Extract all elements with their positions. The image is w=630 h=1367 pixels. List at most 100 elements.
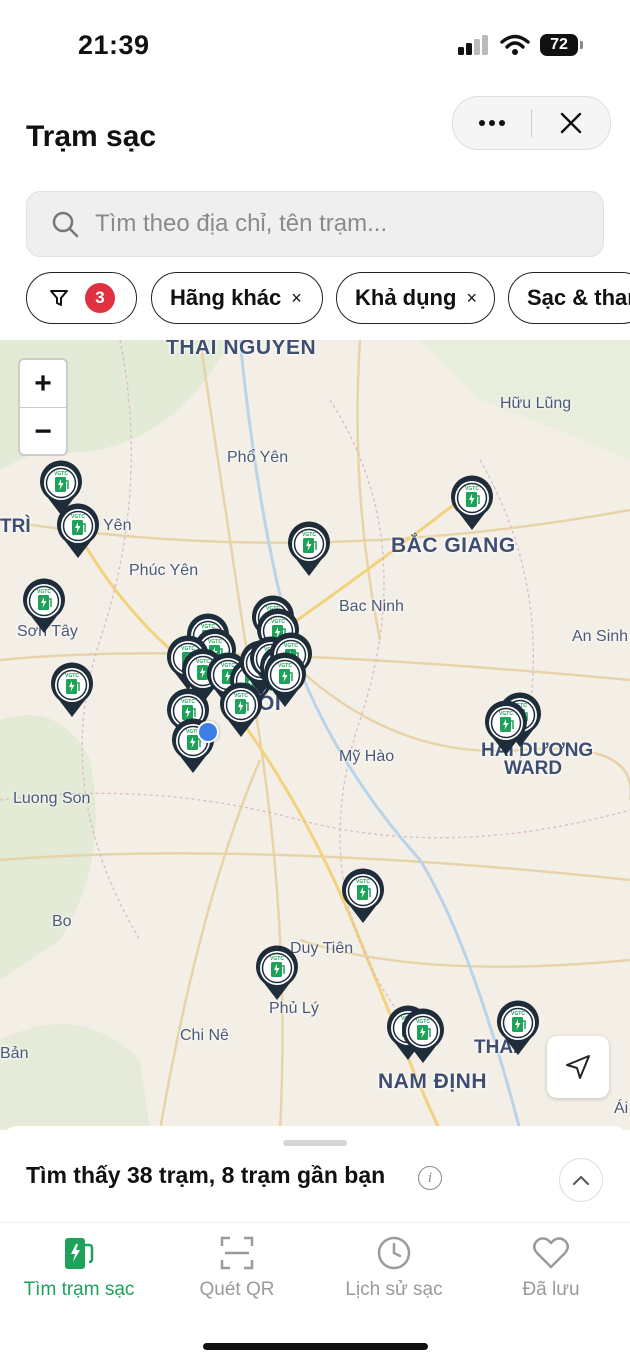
results-summary: Tìm thấy 38 trạm, 8 trạm gần bạn — [26, 1162, 386, 1188]
svg-text:VGTC: VGTC — [499, 711, 513, 717]
filter-chips: 3 Hãng khác × Khả dụng × Sạc & than — [26, 272, 630, 326]
more-button[interactable] — [453, 97, 531, 149]
map-label-luong-son: Luong Son — [13, 790, 91, 807]
charging-station-pin[interactable]: VGTC — [400, 1008, 446, 1064]
map-label-phu-ly: Phủ Lý — [269, 1000, 319, 1017]
chip-remove-icon[interactable]: × — [466, 288, 477, 309]
chip-sac-thanh-toan[interactable]: Sạc & than — [508, 272, 630, 324]
zoom-out-button[interactable]: − — [20, 408, 66, 455]
search-bar — [26, 191, 604, 257]
tab-label: Tìm trạm sạc — [23, 1279, 135, 1300]
station-marker-icon: VGTC — [402, 1008, 444, 1063]
results-sheet[interactable]: Tìm thấy 38 trạm, 8 trạm gần bạn i — [0, 1126, 630, 1222]
close-icon — [560, 112, 582, 134]
page-title: Trạm sạc — [26, 120, 157, 153]
chip-label: Hãng khác — [170, 285, 282, 310]
svg-text:VGTC: VGTC — [54, 471, 68, 477]
my-location-button[interactable] — [547, 1036, 609, 1098]
filter-count-badge: 3 — [85, 283, 115, 313]
filter-icon — [50, 290, 68, 306]
expand-sheet-button[interactable] — [559, 1158, 603, 1202]
station-marker-icon: VGTC — [57, 503, 99, 558]
station-marker-icon: VGTC — [485, 700, 527, 755]
map-label-yen: Yên — [103, 517, 132, 534]
svg-text:VGTC: VGTC — [302, 532, 316, 538]
map-label-tri: TRÌ — [0, 516, 31, 537]
station-marker-icon: VGTC — [288, 521, 330, 576]
tab-label: Đã lưu — [522, 1279, 580, 1300]
search-input[interactable] — [93, 209, 577, 239]
chip-label: Khả dụng — [355, 285, 457, 310]
map-label-huu-lung: Hữu Lũng — [500, 395, 572, 412]
map-label-phuc-yen: Phúc Yên — [129, 562, 199, 579]
charging-station-pin[interactable]: VGTC — [483, 700, 529, 756]
svg-text:VGTC: VGTC — [356, 879, 370, 885]
tab-find-station[interactable]: Tìm trạm sạc — [0, 1235, 158, 1301]
close-button[interactable] — [532, 97, 610, 149]
svg-text:VGTC: VGTC — [37, 589, 51, 595]
status-time: 21:39 — [78, 30, 150, 60]
map-label-bac-ninh: Bac Ninh — [339, 598, 404, 615]
station-marker-icon: VGTC — [451, 475, 493, 530]
station-marker-icon: VGTC — [264, 652, 306, 707]
filter-button[interactable]: 3 — [26, 272, 137, 324]
map-label-thai-nguyen: THAI NGUYEN — [166, 340, 317, 359]
tab-label: Lịch sử sạc — [345, 1279, 443, 1300]
chip-remove-icon[interactable]: × — [291, 288, 302, 309]
map-view[interactable]: THAI NGUYEN Hữu Lũng Phổ Yên BẮC GIANG T… — [0, 340, 630, 1130]
station-marker-icon: VGTC — [51, 662, 93, 717]
map-label-nam-dinh: NAM ĐỊNH — [378, 1070, 487, 1093]
map-label-chi-ne: Chi Nê — [180, 1027, 229, 1044]
mini-app-capsule — [452, 96, 611, 150]
charging-station-pin[interactable]: VGTC — [55, 503, 101, 559]
chevron-up-icon — [573, 1175, 589, 1185]
svg-text:VGTC: VGTC — [181, 699, 195, 705]
charging-station-pin[interactable]: VGTC — [449, 475, 495, 531]
wifi-icon — [500, 34, 530, 55]
chip-kha-dung[interactable]: Khả dụng × — [336, 272, 495, 324]
qr-scan-icon — [220, 1236, 254, 1270]
map-label-an-sinh: An Sinh — [572, 628, 629, 645]
tab-saved[interactable]: Đã lưu — [472, 1235, 630, 1301]
clock-icon — [377, 1236, 411, 1270]
status-icons: 72 — [458, 34, 583, 56]
svg-text:VGTC: VGTC — [465, 486, 479, 492]
chip-hang-khac[interactable]: Hãng khác × — [151, 272, 323, 324]
charging-station-pin[interactable]: VGTC — [218, 682, 264, 738]
search-icon — [52, 211, 79, 238]
svg-text:VGTC: VGTC — [65, 673, 79, 679]
charging-station-pin[interactable]: VGTC — [495, 1000, 541, 1056]
charging-station-pin[interactable]: VGTC — [254, 945, 300, 1001]
svg-text:VGTC: VGTC — [271, 619, 285, 625]
tab-label: Quét QR — [199, 1279, 275, 1300]
svg-text:VGTC: VGTC — [416, 1019, 430, 1025]
charging-station-pin[interactable]: VGTC — [21, 578, 67, 634]
station-marker-icon: VGTC — [220, 682, 262, 737]
station-marker-icon: VGTC — [342, 868, 384, 923]
chip-label: Sạc & than — [527, 285, 630, 310]
battery-icon: 72 — [540, 34, 583, 56]
map-label-pho-yen: Phổ Yên — [227, 449, 289, 466]
sheet-handle[interactable] — [283, 1140, 347, 1146]
navigation-arrow-icon — [566, 1055, 590, 1079]
svg-text:VGTC: VGTC — [284, 643, 298, 649]
heart-icon — [533, 1237, 569, 1269]
tab-history[interactable]: Lịch sử sạc — [315, 1235, 473, 1301]
status-bar: 21:39 72 — [0, 0, 630, 90]
charging-station-pin[interactable]: VGTC — [286, 521, 332, 577]
map-label-my-hao: Mỹ Hào — [339, 748, 395, 765]
charging-station-pin[interactable]: VGTC — [262, 652, 308, 708]
zoom-control: + − — [18, 358, 68, 456]
info-icon[interactable]: i — [418, 1166, 442, 1190]
current-location-dot — [197, 721, 219, 743]
charging-station-pin[interactable]: VGTC — [340, 868, 386, 924]
station-marker-icon: VGTC — [256, 945, 298, 1000]
more-icon — [479, 120, 505, 126]
zoom-in-button[interactable]: + — [20, 360, 66, 408]
charging-station-icon — [65, 1238, 94, 1269]
charging-station-pin[interactable]: VGTC — [49, 662, 95, 718]
signal-icon — [458, 35, 488, 55]
station-marker-icon: VGTC — [497, 1000, 539, 1055]
map-label-ai: Ái — [614, 1100, 629, 1117]
tab-scan-qr[interactable]: Quét QR — [158, 1235, 316, 1301]
